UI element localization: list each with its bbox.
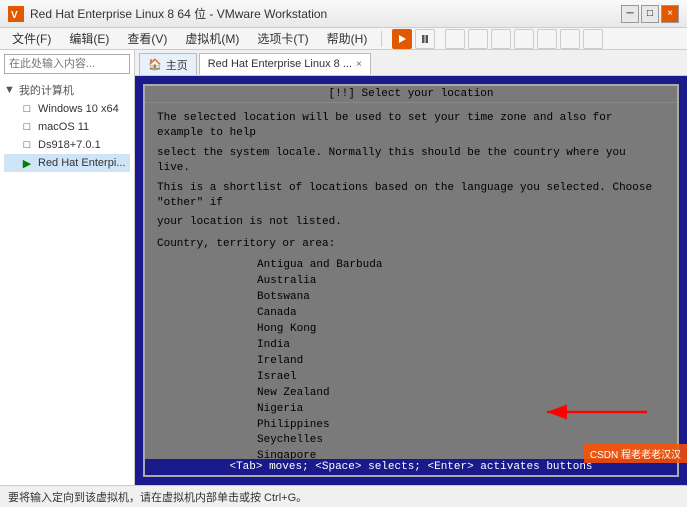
country-item[interactable]: New Zealand	[257, 386, 665, 402]
country-item[interactable]: Israel	[257, 370, 665, 386]
menu-bar: 文件(F) 编辑(E) 查看(V) 虚拟机(M) 选项卡(T) 帮助(H)	[0, 28, 687, 50]
menu-view[interactable]: 查看(V)	[119, 28, 175, 49]
sidebar-item-ds918[interactable]: □ Ds918+7.0.1	[4, 136, 130, 154]
sidebar-item-label-4: Red Hat Enterpi...	[38, 157, 125, 169]
country-label: Country, territory or area:	[157, 237, 665, 252]
minimize-button[interactable]: ─	[621, 5, 639, 23]
close-button[interactable]: ×	[661, 5, 679, 23]
menu-separator	[381, 31, 382, 47]
computer-icon-3: □	[20, 138, 34, 152]
home-icon: 🏠	[148, 58, 162, 71]
sidebar-item-windows[interactable]: □ Windows 10 x64	[4, 100, 130, 118]
country-item[interactable]: Philippines	[257, 418, 665, 434]
collapse-icon: ▼	[4, 84, 15, 96]
sidebar-item-label: Windows 10 x64	[38, 103, 119, 115]
sidebar-item-redhat[interactable]: ▶ Red Hat Enterpi...	[4, 154, 130, 172]
desc-line-2: select the system locale. Normally this …	[157, 146, 665, 177]
pause-icon[interactable]	[415, 29, 435, 49]
country-item[interactable]: Antigua and Barbuda	[257, 258, 665, 274]
toolbar-icon-6[interactable]	[560, 29, 580, 49]
bottom-status-text: 要将输入定向到该虚拟机，请在虚拟机内部单击或按 Ctrl+G。	[8, 489, 307, 505]
terminal-window: [!!] Select your location The selected l…	[143, 84, 679, 477]
window-title: Red Hat Enterprise Linux 8 64 位 - VMware…	[30, 5, 615, 22]
tab-home-label: 主页	[166, 57, 188, 73]
terminal-title: [!!] Select your location	[328, 88, 493, 100]
country-list: Antigua and BarbudaAustraliaBotswanaCana…	[257, 258, 665, 459]
country-item[interactable]: Botswana	[257, 290, 665, 306]
app-icon: V	[8, 6, 24, 22]
computer-icon: □	[20, 102, 34, 116]
bottom-status-bar: 要将输入定向到该虚拟机，请在虚拟机内部单击或按 Ctrl+G。	[0, 485, 687, 507]
country-item[interactable]: India	[257, 338, 665, 354]
country-item[interactable]: Canada	[257, 306, 665, 322]
status-bar-text: <Tab> moves; <Space> selects; <Enter> ac…	[229, 461, 592, 473]
menu-edit[interactable]: 编辑(E)	[61, 28, 117, 49]
sidebar-section-mycomputer: ▼ 我的计算机 □ Windows 10 x64 □ macOS 11 □ Ds…	[0, 78, 134, 174]
tab-vm[interactable]: Red Hat Enterprise Linux 8 ... ×	[199, 53, 371, 75]
terminal-title-bar: [!!] Select your location	[145, 86, 677, 103]
country-item[interactable]: Nigeria	[257, 402, 665, 418]
sidebar-item-macos[interactable]: □ macOS 11	[4, 118, 130, 136]
toolbar-icon-1[interactable]	[445, 29, 465, 49]
sidebar-item-label-2: macOS 11	[38, 121, 89, 133]
toolbar-icon-3[interactable]	[491, 29, 511, 49]
tab-bar: 🏠 主页 Red Hat Enterprise Linux 8 ... ×	[135, 50, 687, 76]
search-input[interactable]	[4, 54, 130, 74]
country-item[interactable]: Ireland	[257, 354, 665, 370]
tab-home[interactable]: 🏠 主页	[139, 53, 197, 75]
tab-close-icon[interactable]: ×	[356, 59, 362, 70]
menu-file[interactable]: 文件(F)	[4, 28, 59, 49]
section-label: 我的计算机	[19, 82, 74, 98]
desc-line-1: The selected location will be used to se…	[157, 111, 665, 142]
maximize-button[interactable]: □	[641, 5, 659, 23]
menu-help[interactable]: 帮助(H)	[319, 28, 376, 49]
toolbar-icon-7[interactable]	[583, 29, 603, 49]
toolbar-icon-4[interactable]	[514, 29, 534, 49]
computer-icon-2: □	[20, 120, 34, 134]
desc-line-4: your location is not listed.	[157, 215, 665, 230]
terminal-content: The selected location will be used to se…	[145, 103, 677, 459]
app-window: V Red Hat Enterprise Linux 8 64 位 - VMwa…	[0, 0, 687, 507]
toolbar-icon-5[interactable]	[537, 29, 557, 49]
sidebar-item-label-3: Ds918+7.0.1	[38, 139, 101, 151]
vm-display[interactable]: [!!] Select your location The selected l…	[135, 76, 687, 485]
window-controls[interactable]: ─ □ ×	[621, 5, 679, 23]
country-item[interactable]: Hong Kong	[257, 322, 665, 338]
sidebar: ▼ 我的计算机 □ Windows 10 x64 □ macOS 11 □ Ds…	[0, 50, 135, 485]
toolbar-icon-2[interactable]	[468, 29, 488, 49]
content-area: 🏠 主页 Red Hat Enterprise Linux 8 ... × [!…	[135, 50, 687, 485]
country-item[interactable]: Australia	[257, 274, 665, 290]
main-area: ▼ 我的计算机 □ Windows 10 x64 □ macOS 11 □ Ds…	[0, 50, 687, 485]
svg-text:V: V	[11, 10, 18, 21]
menu-vm[interactable]: 虚拟机(M)	[177, 28, 247, 49]
title-bar: V Red Hat Enterprise Linux 8 64 位 - VMwa…	[0, 0, 687, 28]
sidebar-section-header: ▼ 我的计算机	[4, 80, 130, 100]
desc-line-3: This is a shortlist of locations based o…	[157, 181, 665, 212]
vm-tab-label: Red Hat Enterprise Linux 8 ...	[208, 58, 352, 70]
play-icon[interactable]	[392, 29, 412, 49]
computer-icon-4: ▶	[20, 156, 34, 170]
watermark: CSDN 程老老老汉汉	[584, 444, 687, 463]
menu-tab[interactable]: 选项卡(T)	[249, 28, 316, 49]
sidebar-search-area	[0, 50, 134, 78]
